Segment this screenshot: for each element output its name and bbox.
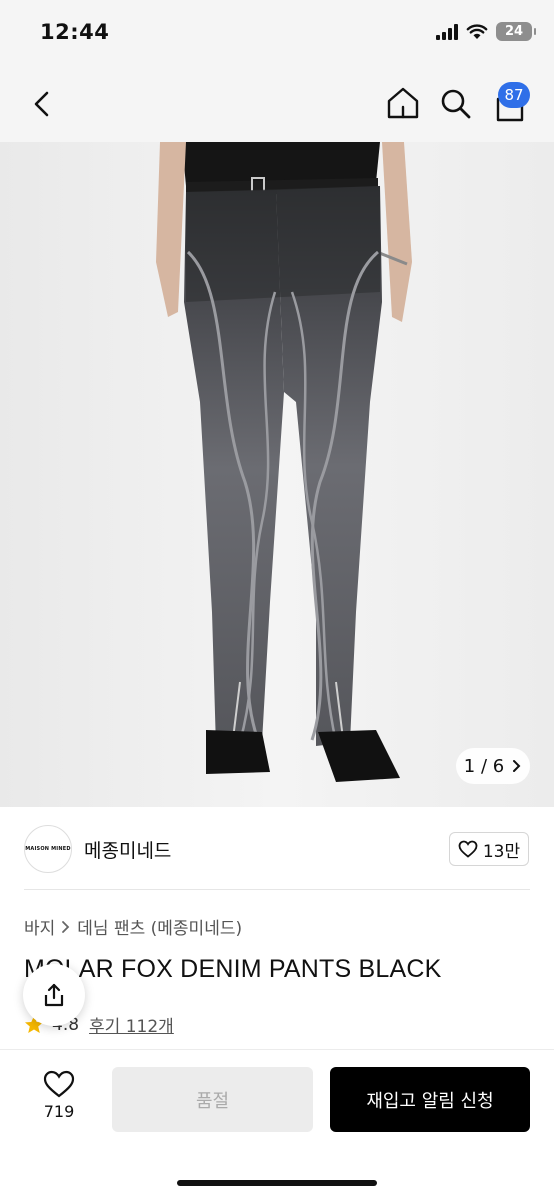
wishlist-count: 719 (43, 1102, 75, 1121)
wishlist-button[interactable]: 719 (26, 1070, 92, 1134)
cart-count-badge: 87 (498, 82, 530, 108)
share-icon (44, 983, 64, 1007)
heart-icon (458, 840, 478, 858)
restock-alert-button[interactable]: 재입고 알림 신청 (330, 1067, 530, 1132)
brand-like-count: 13만 (482, 841, 521, 862)
home-icon[interactable] (384, 84, 422, 122)
status-icons: 24 (436, 22, 536, 41)
signal-icon (436, 23, 458, 40)
product-image[interactable] (0, 142, 554, 807)
brand-logo[interactable]: MAISON MINED (24, 825, 72, 873)
breadcrumb: 바지 데님 팬츠 (메종미네드) (24, 914, 242, 939)
chevron-right-icon (62, 920, 70, 933)
back-arrow-icon[interactable] (24, 86, 60, 122)
soldout-button: 품절 (112, 1067, 313, 1132)
home-indicator[interactable] (177, 1180, 377, 1186)
divider (24, 889, 530, 890)
wifi-icon (466, 23, 488, 39)
breadcrumb-category[interactable]: 바지 (24, 914, 55, 939)
review-link[interactable]: 후기 112개 (89, 1012, 174, 1037)
heart-icon (43, 1070, 75, 1098)
battery-icon: 24 (496, 22, 536, 41)
product-title: MOLAR FOX DENIM PANTS BLACK (24, 955, 442, 983)
product-photo (0, 142, 554, 807)
brand-row[interactable]: MAISON MINED 메종미네드 13만 (0, 807, 554, 891)
brand-name[interactable]: 메종미네드 (84, 836, 171, 863)
search-icon[interactable] (437, 85, 475, 123)
status-time: 12:44 (40, 20, 110, 44)
image-counter-text: 1 / 6 (463, 755, 505, 777)
status-bar: 12:44 24 (0, 0, 554, 68)
brand-like-button[interactable]: 13만 (449, 832, 529, 866)
nav-bar (0, 68, 554, 142)
share-button[interactable] (23, 964, 85, 1026)
image-counter[interactable]: 1 / 6 (456, 748, 530, 784)
breadcrumb-subcategory[interactable]: 데님 팬츠 (메종미네드) (77, 914, 242, 939)
chevron-right-icon (513, 760, 521, 772)
